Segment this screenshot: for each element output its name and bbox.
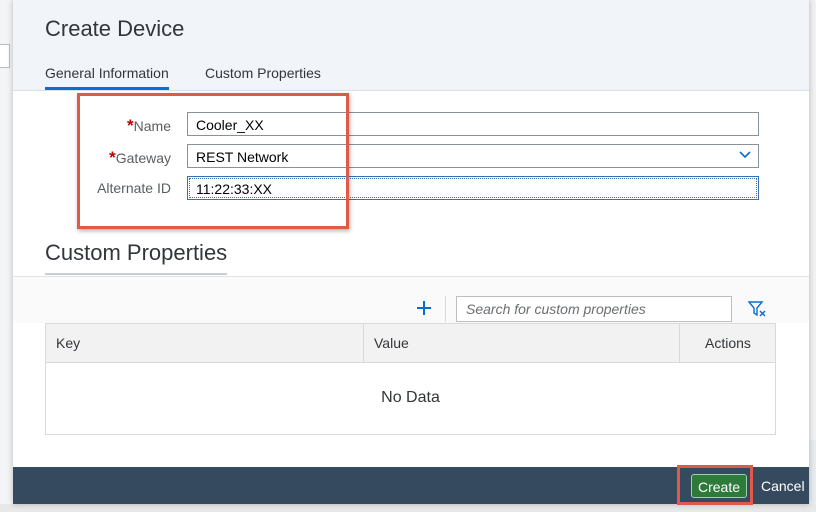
custom-properties-table: Key Value Actions No Data xyxy=(45,323,776,435)
background-input xyxy=(0,44,10,68)
tab-general-information[interactable]: General Information xyxy=(45,65,169,90)
search-custom-properties-input[interactable]: Search for custom properties xyxy=(456,296,732,322)
background-scrollbar xyxy=(808,0,816,440)
plus-icon[interactable] xyxy=(413,297,435,319)
create-device-dialog: Create Device General Information Custom… xyxy=(13,0,809,505)
column-header-value[interactable]: Value xyxy=(374,324,409,362)
chevron-down-icon[interactable] xyxy=(738,148,752,162)
dialog-header: Create Device General Information Custom… xyxy=(13,0,809,91)
column-divider xyxy=(679,324,680,362)
table-header: Key Value Actions xyxy=(46,324,775,363)
column-divider xyxy=(363,324,364,362)
tab-custom-properties[interactable]: Custom Properties xyxy=(205,65,321,81)
create-highlight-box xyxy=(677,465,753,505)
column-header-key[interactable]: Key xyxy=(56,324,80,362)
no-data-message: No Data xyxy=(381,389,440,406)
cancel-button[interactable]: Cancel xyxy=(761,474,805,498)
section-title-underline xyxy=(45,273,227,275)
background-status-bar xyxy=(0,504,816,512)
custom-properties-title: Custom Properties xyxy=(45,240,228,265)
form-highlight-box xyxy=(77,93,349,229)
filter-clear-icon[interactable] xyxy=(747,299,767,319)
column-header-actions[interactable]: Actions xyxy=(705,324,751,362)
dialog-title: Create Device xyxy=(45,16,185,41)
toolbar-separator xyxy=(445,296,446,322)
